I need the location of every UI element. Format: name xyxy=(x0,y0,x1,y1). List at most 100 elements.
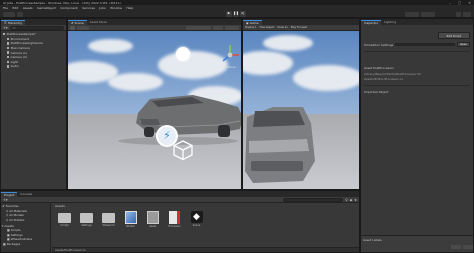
star-icon[interactable]: ★ xyxy=(354,198,357,202)
tab-asset-store[interactable]: Asset Store xyxy=(87,20,110,26)
add-icon[interactable]: +▾ xyxy=(3,26,8,30)
pivot-dropdown[interactable] xyxy=(77,25,89,30)
close-icon[interactable]: ✕ xyxy=(468,1,471,5)
asset-tile-label: Asset xyxy=(149,225,156,228)
folder-icon xyxy=(80,213,93,223)
game-icon: ◉ xyxy=(246,20,249,25)
hierarchy-item[interactable]: Audio xyxy=(1,64,66,69)
scene-viewport[interactable]: < Persp ⚡ xyxy=(68,31,242,189)
gameobject-icon xyxy=(7,37,10,41)
label-icon[interactable]: ◆ xyxy=(350,198,352,202)
maximize-icon[interactable]: □ xyxy=(458,1,461,5)
star-icon: ★ xyxy=(2,204,5,209)
scale-slider[interactable]: Scale 1x xyxy=(277,26,288,29)
car-model xyxy=(118,95,241,145)
menu-item-jobs[interactable]: Jobs xyxy=(99,6,105,10)
gizmos-dropdown[interactable] xyxy=(225,25,239,30)
step-button[interactable]: ▸| xyxy=(240,11,246,17)
menu-item-file[interactable]: File xyxy=(3,6,8,10)
cube-gizmo-icon[interactable] xyxy=(172,139,194,161)
settings-button[interactable] xyxy=(463,11,471,17)
hierarchy-panel: ☰ Hierarchy +▾ All PostProcessSample* Env… xyxy=(0,18,67,190)
game-panel: ◉ Game Display 1 Free Aspect Scale 1x Pl… xyxy=(242,18,360,190)
edit-script-button[interactable]: Edit Script xyxy=(437,32,470,39)
hierarchy-item-label: Light xyxy=(10,59,18,64)
tab-scene[interactable]: # Scene xyxy=(68,19,87,25)
tab-lighting[interactable]: Lighting xyxy=(381,20,399,26)
asset-tile-label: Settings xyxy=(81,224,92,227)
asset-variant-dropdown[interactable] xyxy=(463,245,473,249)
asset-tile[interactable]: ◆ Scene xyxy=(189,211,204,228)
menu-item-services[interactable]: Services xyxy=(82,6,95,10)
directional-light-icon[interactable] xyxy=(176,47,190,61)
2d-toggle[interactable] xyxy=(213,25,223,30)
asset-tile[interactable]: Settings xyxy=(79,211,94,228)
menu-item-help[interactable]: Help xyxy=(126,6,133,10)
menu-item-component[interactable]: Component xyxy=(60,6,77,10)
pause-button[interactable]: ❚❚ xyxy=(233,11,239,17)
project-breadcrumb[interactable]: Assets xyxy=(55,204,65,208)
postprocessor-path-2: Assets/Editor/Processor.cs xyxy=(364,77,404,81)
tab-hierarchy[interactable]: ☰ Hierarchy xyxy=(1,19,26,25)
hierarchy-item-label: Audio xyxy=(10,64,19,69)
project-panel: Project Console +▾ ⚲ ◆ ★ ★ Favorites ⚲ All… xyxy=(0,190,360,253)
hand-tool-button[interactable] xyxy=(70,25,75,30)
search-icon[interactable] xyxy=(456,11,461,17)
asset-tile[interactable]: Scripts xyxy=(57,211,72,228)
account-button[interactable] xyxy=(3,11,15,17)
play-focused-dropdown[interactable]: Play Focused xyxy=(291,26,307,29)
tab-project[interactable]: Project xyxy=(1,191,18,197)
layout-dropdown[interactable] xyxy=(421,11,435,17)
layers-dropdown[interactable] xyxy=(405,11,419,17)
minimize-icon[interactable]: – xyxy=(449,1,451,5)
asset-labels-label[interactable]: Asset Labels xyxy=(363,238,382,242)
settings-field[interactable] xyxy=(395,42,456,47)
scene-icon xyxy=(3,33,6,36)
unity-scene-icon: ◆ xyxy=(190,211,203,223)
asset-tree-item[interactable]: ■ Packages xyxy=(2,242,49,247)
asset-tile[interactable]: Wheelcoll xyxy=(101,211,116,228)
gameobject-icon xyxy=(7,65,10,68)
hierarchy-search-input[interactable]: All xyxy=(9,25,64,30)
menu-item-window[interactable]: Window xyxy=(110,6,122,10)
folder-icon: ■ xyxy=(7,232,10,237)
asset-postprocessor-section[interactable]: Asset PostProcessor xyxy=(364,66,470,70)
asset-bundle-dropdown[interactable] xyxy=(451,245,461,249)
search-icon: ⚲ xyxy=(6,218,9,223)
tab-inspector[interactable]: Inspector xyxy=(361,19,381,25)
favorite-item[interactable]: ⚲ All Prefabs xyxy=(2,218,49,223)
orientation-gizmo[interactable]: < Persp xyxy=(218,43,242,69)
window-controls: – □ ✕ xyxy=(449,1,471,5)
asset-tile-label: Wheelcoll xyxy=(102,224,115,227)
aspect-dropdown[interactable]: Free Aspect xyxy=(260,26,275,29)
simulation-settings-label: Simulation Settings xyxy=(364,42,394,47)
asset-tile[interactable]: Asset xyxy=(145,211,160,228)
imported-object-header[interactable]: Imported Object xyxy=(364,90,470,94)
gameobject-icon xyxy=(7,51,10,54)
add-asset-icon[interactable]: +▾ xyxy=(3,198,8,202)
menu-item-gameobject[interactable]: GameObject xyxy=(37,6,56,10)
asset-tree-item-label: WheelColliders xyxy=(10,237,33,242)
scene-panel: # Scene Asset Store < Persp ⚡ xyxy=(67,18,242,190)
filter-icon[interactable]: ⚲ xyxy=(345,198,347,202)
game-viewport[interactable] xyxy=(243,31,359,189)
menu-item-assets[interactable]: Assets xyxy=(23,6,33,10)
play-button[interactable]: ▶ xyxy=(226,11,232,17)
tab-game[interactable]: ◉ Game xyxy=(243,19,262,25)
display-dropdown[interactable]: Display 1 xyxy=(245,26,257,29)
menu-item-edit[interactable]: Edit xyxy=(13,6,19,10)
asset-tile-label: Shader xyxy=(126,225,135,228)
window-title: AI Jobs - PostProcessSample - Windows, M… xyxy=(3,0,122,5)
open-button[interactable]: Open xyxy=(457,42,470,47)
postprocessor-path-1: Library/Bee/Artifacts/PostProcessor.dll xyxy=(364,72,421,76)
asset-tile[interactable]: Processor xyxy=(167,211,182,228)
asset-tile-label: Scripts xyxy=(60,224,69,227)
tab-console[interactable]: Console xyxy=(17,192,35,198)
draw-mode-dropdown[interactable] xyxy=(186,25,211,30)
project-search-input[interactable] xyxy=(283,197,344,202)
folder-icon xyxy=(102,213,115,223)
cloud-button[interactable] xyxy=(17,11,23,17)
asset-tile[interactable]: Shader xyxy=(123,211,138,228)
asset-grid: Scripts Settings Wheelcoll Shader Asset Proce… xyxy=(57,211,204,228)
folder-icon: ■ xyxy=(3,242,6,247)
